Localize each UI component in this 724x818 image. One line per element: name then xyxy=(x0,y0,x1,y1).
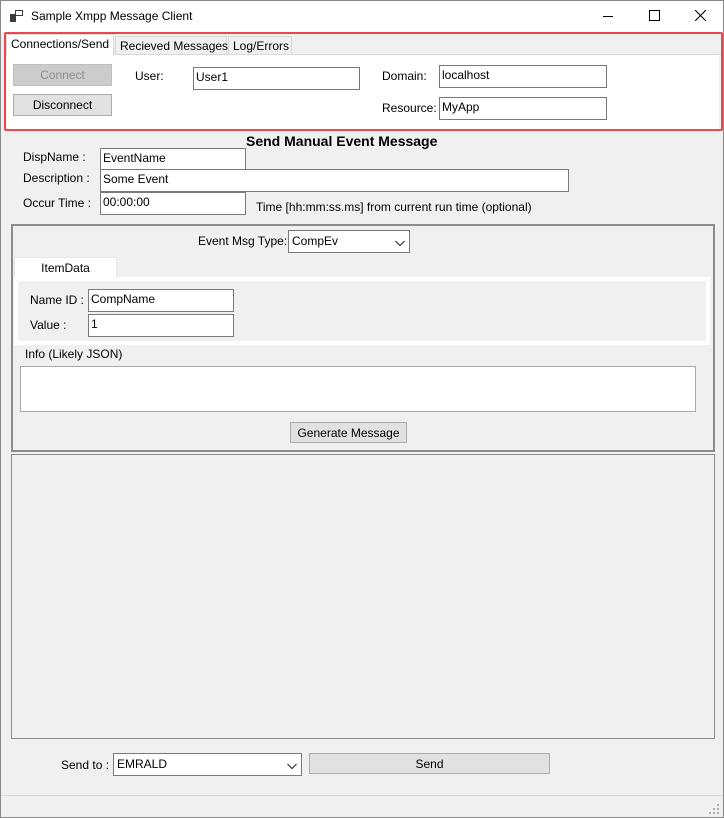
resource-input[interactable]: MyApp xyxy=(439,97,607,120)
disconnect-button-label: Disconnect xyxy=(32,98,93,112)
occur-time-input[interactable]: 00:00:00 xyxy=(100,192,246,215)
send-to-value: EMRALD xyxy=(117,757,168,771)
minimize-icon xyxy=(603,10,613,24)
tab-label: Recieved Messages xyxy=(120,39,229,53)
generate-message-label: Generate Message xyxy=(297,425,400,440)
chevron-down-icon xyxy=(287,759,297,773)
connect-button[interactable]: Connect xyxy=(13,64,112,86)
resource-label: Resource: xyxy=(382,101,437,115)
message-preview-area[interactable] xyxy=(11,454,715,739)
status-bar xyxy=(1,795,723,817)
value-input[interactable]: 1 xyxy=(88,314,234,337)
tab-label: ItemData xyxy=(41,261,90,275)
generate-message-button[interactable]: Generate Message xyxy=(290,422,407,443)
send-to-select[interactable]: EMRALD xyxy=(113,753,302,776)
info-textarea[interactable] xyxy=(20,366,696,412)
connect-button-label: Connect xyxy=(40,68,85,82)
tab-label: Connections/Send xyxy=(11,37,110,51)
user-input[interactable]: User1 xyxy=(193,67,360,90)
tab-itemdata[interactable]: ItemData xyxy=(14,257,117,278)
name-id-input[interactable]: CompName xyxy=(88,289,234,312)
minimize-button[interactable] xyxy=(585,1,631,32)
send-button[interactable]: Send xyxy=(309,753,550,774)
occur-time-label: Occur Time : xyxy=(23,196,92,210)
resize-grip-icon[interactable] xyxy=(709,804,720,818)
title-bar[interactable]: Sample Xmpp Message Client xyxy=(1,1,723,32)
info-label: Info (Likely JSON) xyxy=(25,347,123,361)
disconnect-button[interactable]: Disconnect xyxy=(13,94,112,116)
domain-label: Domain: xyxy=(382,69,427,83)
window-title: Sample Xmpp Message Client xyxy=(31,9,193,23)
app-icon xyxy=(10,10,24,22)
occur-time-hint: Time [hh:mm:ss.ms] from current run time… xyxy=(256,200,532,214)
event-msg-type-value: CompEv xyxy=(292,234,339,248)
description-label: Description : xyxy=(23,171,90,185)
user-label: User: xyxy=(135,69,164,83)
chevron-down-icon xyxy=(395,236,405,250)
maximize-button[interactable] xyxy=(631,1,677,32)
connection-panel xyxy=(7,55,719,130)
tab-connections-send[interactable]: Connections/Send xyxy=(6,34,114,56)
dispname-input[interactable]: EventName xyxy=(100,148,246,171)
tab-recieved-messages[interactable]: Recieved Messages xyxy=(115,36,229,55)
domain-input[interactable]: localhost xyxy=(439,65,607,88)
tab-log-errors[interactable]: Log/Errors xyxy=(228,36,292,55)
name-id-label: Name ID : xyxy=(30,293,85,307)
app-window: Sample Xmpp Message Client Connections/S… xyxy=(0,0,724,818)
dispname-label: DispName : xyxy=(23,150,86,164)
close-icon xyxy=(694,9,706,24)
maximize-icon xyxy=(648,9,660,24)
value-label: Value : xyxy=(30,318,67,332)
send-button-label: Send xyxy=(415,756,444,771)
event-msg-type-label: Event Msg Type: xyxy=(198,234,288,248)
description-input[interactable]: Some Event xyxy=(100,169,569,192)
send-to-label: Send to : xyxy=(61,758,110,772)
tab-label: Log/Errors xyxy=(233,39,290,53)
send-section-heading: Send Manual Event Message xyxy=(246,133,438,149)
close-button[interactable] xyxy=(677,1,723,32)
event-msg-type-select[interactable]: CompEv xyxy=(288,230,410,253)
